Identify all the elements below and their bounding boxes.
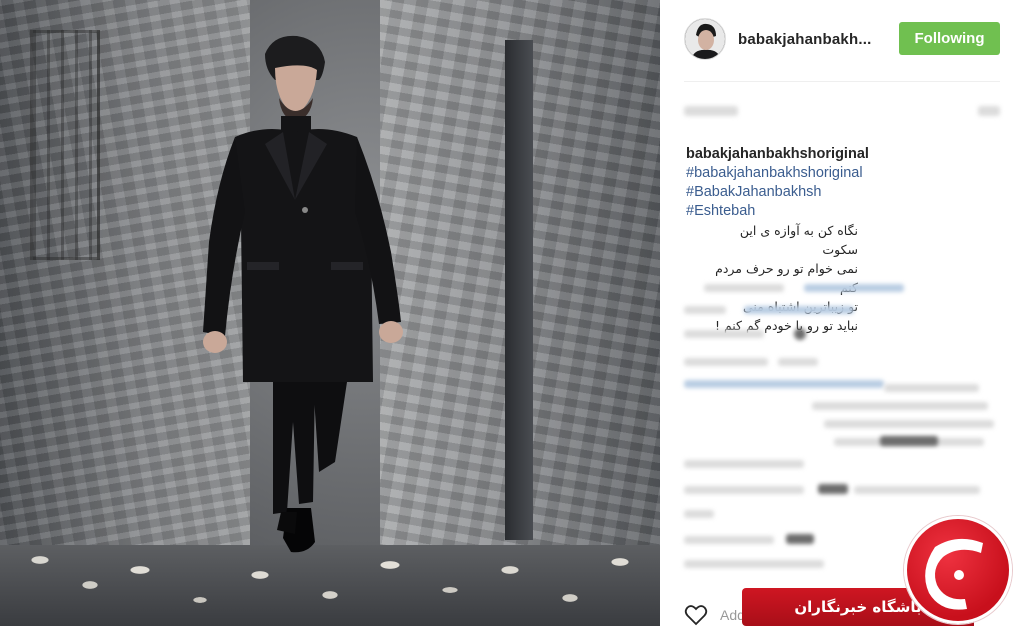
heart-icon[interactable] <box>684 604 708 626</box>
hashtag-eshtebah[interactable]: #Eshtebah <box>686 203 755 219</box>
post-header: babakjahanbakh... Following <box>684 16 1000 62</box>
blurred-menu <box>978 106 1000 116</box>
watermark-logo-glyph <box>925 538 983 610</box>
blurred-line <box>684 306 726 314</box>
blurred-line <box>804 284 904 292</box>
lyric-line: نگاه کن به آوازه ی این سکوت <box>739 223 858 257</box>
man-in-coat <box>203 35 403 553</box>
hashtag-babakjahanbakhshoriginal[interactable]: #babakjahanbakhshoriginal <box>686 165 863 181</box>
caption-username[interactable]: babakjahanbakhshoriginal <box>686 146 869 162</box>
blurred-line <box>684 330 764 338</box>
blurred-timestamp <box>684 106 738 116</box>
blurred-line <box>818 484 848 494</box>
blurred-line <box>812 402 988 410</box>
blurred-line <box>794 328 806 340</box>
blurred-line <box>684 560 824 568</box>
blurred-line <box>684 380 884 388</box>
post-username[interactable]: babakjahanbakh... <box>738 31 871 48</box>
blurred-line <box>684 460 804 468</box>
blurred-line <box>684 536 774 544</box>
watermark-logo <box>904 516 1012 624</box>
blurred-line <box>684 510 714 518</box>
blurred-line <box>880 436 938 446</box>
blurred-line <box>884 384 979 392</box>
hashtag-babakjahanbakhsh[interactable]: #BabakJahanbakhsh <box>686 184 821 200</box>
blurred-line <box>744 306 854 314</box>
blurred-line <box>704 284 784 292</box>
blurred-line <box>684 358 768 366</box>
window-grille <box>30 30 100 260</box>
post-photo[interactable] <box>0 0 660 626</box>
avatar-photo <box>685 19 725 59</box>
blurred-line <box>786 534 814 544</box>
avatar[interactable] <box>684 18 726 60</box>
blurred-line <box>854 486 980 494</box>
following-button[interactable]: Following <box>899 22 1000 55</box>
wall-shadow-gap <box>505 40 533 540</box>
blurred-line <box>778 358 818 366</box>
blurred-line <box>684 486 804 494</box>
header-divider <box>684 81 1000 82</box>
blurred-line <box>824 420 994 428</box>
